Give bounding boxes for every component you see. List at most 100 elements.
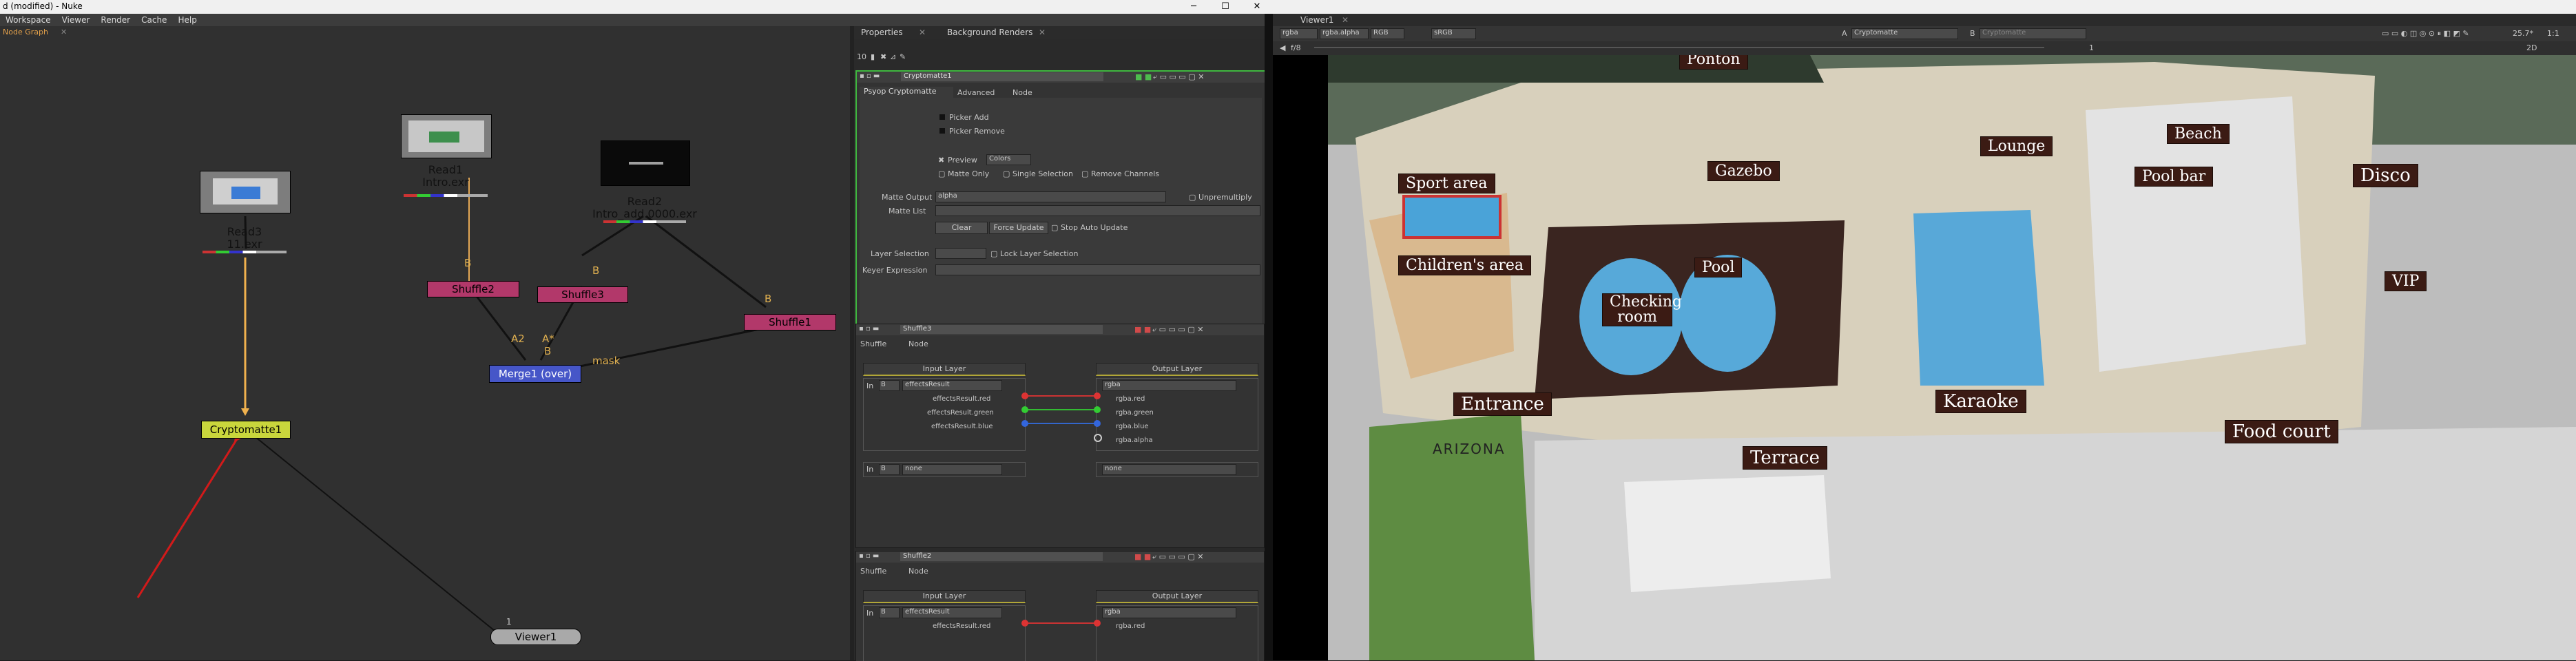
- menu-render[interactable]: Render: [95, 14, 136, 26]
- pencil-icon[interactable]: ✎: [900, 52, 906, 61]
- shuffle3-node[interactable]: Shuffle3: [537, 286, 628, 303]
- matte-only-checkbox[interactable]: ▢: [938, 169, 945, 178]
- shuffle2-node[interactable]: Shuffle2: [427, 281, 519, 297]
- tab-shuffle[interactable]: Shuffle: [860, 567, 886, 576]
- in-index-dropdown[interactable]: B: [879, 607, 900, 618]
- b-input-dropdown[interactable]: Cryptomatte: [1980, 28, 2086, 39]
- node-name-field[interactable]: Shuffle2: [900, 552, 1103, 561]
- zoom-level[interactable]: 25.7*: [2513, 29, 2533, 38]
- collapse-icon[interactable]: ▪ ▫ ▬: [859, 325, 879, 333]
- tab-close-icon[interactable]: ✕: [61, 28, 67, 36]
- menu-cache[interactable]: Cache: [136, 14, 172, 26]
- out-alpha-dot[interactable]: [1094, 434, 1102, 442]
- shuffle1-node[interactable]: Shuffle1: [744, 314, 836, 330]
- tab-advanced[interactable]: Advanced: [957, 88, 995, 97]
- viewer-tools-icon[interactable]: ▭ ▭ ◐ ◫ ◎ ⊙ ⏸ ◧ ◩ ✎: [2382, 29, 2469, 39]
- clear-icon[interactable]: ✖: [880, 52, 886, 61]
- tab-background-renders[interactable]: Background Renders: [947, 28, 1032, 37]
- y-field[interactable]: 1: [2089, 43, 2094, 52]
- out-red-dot[interactable]: [1094, 620, 1101, 627]
- header-tools-icon[interactable]: ⤶ ▭ ▭ ▭ ▢ ✕: [1152, 552, 1203, 562]
- unpremultiply-checkbox[interactable]: ▢: [1189, 193, 1196, 202]
- frame-field[interactable]: f/8: [1291, 43, 1301, 52]
- tab-node[interactable]: Node: [908, 339, 928, 348]
- keyer-expression-field[interactable]: [935, 264, 1260, 275]
- tab-node[interactable]: Node: [1012, 88, 1032, 97]
- viewer-slider[interactable]: [1314, 47, 2044, 48]
- in2-index-dropdown[interactable]: B: [879, 464, 900, 475]
- read1-label[interactable]: Read1 Intro.exr: [401, 164, 490, 189]
- collapse-icon[interactable]: ▪ ▫ ▬: [860, 72, 880, 80]
- tab-shuffle[interactable]: Shuffle: [860, 339, 886, 348]
- minimize-button[interactable]: ─: [1178, 0, 1209, 14]
- tab-psyop-cryptomatte[interactable]: Psyop Cryptomatte: [860, 87, 953, 98]
- tab-close-icon[interactable]: ✕: [1039, 28, 1046, 37]
- proxy-ratio[interactable]: 1:1: [2547, 29, 2559, 38]
- a-input-dropdown[interactable]: Cryptomatte: [1851, 28, 1958, 39]
- single-selection-checkbox[interactable]: ▢: [1003, 169, 1010, 178]
- tab-properties[interactable]: Properties: [861, 28, 903, 37]
- out-layer-dropdown[interactable]: rgba: [1102, 607, 1236, 618]
- lut-dropdown[interactable]: sRGB: [1431, 28, 1476, 39]
- in-blue-dot[interactable]: [1021, 420, 1028, 427]
- tab-node[interactable]: Node: [908, 567, 928, 576]
- read3-label[interactable]: Read3 11.exr: [200, 226, 289, 251]
- tab-close-icon[interactable]: ✕: [1342, 15, 1349, 25]
- force-update-button[interactable]: Force Update: [989, 222, 1048, 234]
- collapse-icon[interactable]: ▪ ▫ ▬: [859, 552, 879, 560]
- picker-remove-swatch[interactable]: [939, 128, 945, 134]
- matte-output-dropdown[interactable]: alpha: [935, 191, 1166, 202]
- in-green-dot[interactable]: [1021, 406, 1028, 413]
- lock-icon[interactable]: ▮: [871, 52, 875, 61]
- view-mode-dropdown[interactable]: 2D: [2526, 43, 2537, 52]
- menu-help[interactable]: Help: [172, 14, 202, 26]
- in2-layer-dropdown[interactable]: none: [902, 464, 1002, 475]
- picker-add-swatch[interactable]: [939, 114, 945, 120]
- color-chip-icon[interactable]: ■ ■: [1135, 72, 1152, 81]
- alpha-channel-dropdown[interactable]: rgba.alpha: [1320, 28, 1369, 39]
- in-red-dot[interactable]: [1021, 392, 1028, 399]
- in-layer-dropdown[interactable]: effectsResult: [902, 607, 1002, 618]
- header-tools-icon[interactable]: ⤶ ▭ ▭ ▭ ▢ ✕: [1152, 325, 1203, 335]
- remove-channels-checkbox[interactable]: ▢: [1081, 169, 1088, 178]
- in-index-dropdown[interactable]: B: [879, 380, 900, 391]
- merge1-node[interactable]: Merge1 (over): [489, 365, 581, 383]
- menu-viewer[interactable]: Viewer: [56, 14, 96, 26]
- read2-label[interactable]: Read2 Intro_add.0000.exr: [587, 196, 703, 220]
- viewer1-node[interactable]: Viewer1: [490, 629, 581, 645]
- lock-layer-selection-checkbox[interactable]: ▢: [990, 249, 997, 258]
- max-panels-count[interactable]: 10: [857, 52, 866, 61]
- out2-layer-dropdown[interactable]: none: [1102, 464, 1236, 475]
- layer-selection-dropdown[interactable]: [935, 248, 986, 259]
- stop-auto-update-checkbox[interactable]: ▢: [1051, 223, 1058, 232]
- channels-dropdown[interactable]: rgba: [1280, 28, 1318, 39]
- maximize-button[interactable]: ☐: [1209, 0, 1241, 14]
- node-graph[interactable]: Read3 11.exr Read1 Intro.exr Read2 Intro_ad…: [0, 39, 850, 660]
- out-green-dot[interactable]: [1094, 406, 1101, 413]
- out-red-dot[interactable]: [1094, 392, 1101, 399]
- tab-close-icon[interactable]: ✕: [919, 28, 926, 37]
- menu-workspace[interactable]: Workspace: [0, 14, 56, 26]
- matte-list-field[interactable]: [935, 205, 1260, 216]
- float-icon[interactable]: ⊿: [890, 52, 896, 61]
- tab-viewer1[interactable]: Viewer1: [1300, 15, 1333, 25]
- in-red-dot[interactable]: [1021, 620, 1028, 627]
- in-layer-dropdown[interactable]: effectsResult: [902, 380, 1002, 391]
- cryptomatte1-node[interactable]: Cryptomatte1: [201, 421, 291, 439]
- preview-dropdown[interactable]: Colors: [986, 154, 1031, 165]
- prev-frame-icon[interactable]: ◀: [1280, 43, 1285, 52]
- out-blue-dot[interactable]: [1094, 420, 1101, 427]
- clear-button[interactable]: Clear: [935, 222, 988, 234]
- close-button[interactable]: ✕: [1241, 0, 1273, 14]
- header-tools-icon[interactable]: ⤶ ▭ ▭ ▭ ▢ ✕: [1153, 72, 1204, 82]
- out-layer-dropdown[interactable]: rgba: [1102, 380, 1236, 391]
- node-name-field[interactable]: Shuffle3: [900, 325, 1103, 334]
- color-chip-icon[interactable]: ■ ■: [1134, 552, 1151, 561]
- preview-checkbox[interactable]: ✖: [938, 156, 944, 165]
- node-name-field[interactable]: Cryptomatte1: [901, 72, 1103, 81]
- color-chip-icon[interactable]: ■ ■: [1134, 325, 1151, 334]
- tab-node-graph[interactable]: Node Graph: [3, 28, 48, 36]
- display-channels-dropdown[interactable]: RGB: [1371, 28, 1404, 39]
- panel-splitter[interactable]: [1265, 14, 1273, 660]
- viewer-canvas[interactable]: Ponton Beach Lounge Gazebo Sport area Po…: [1273, 55, 2576, 660]
